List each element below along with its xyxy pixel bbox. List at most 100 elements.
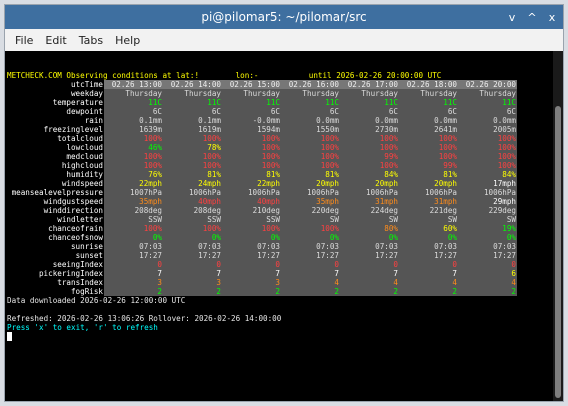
forecast-cell: 100% (222, 134, 281, 143)
forecast-cell: -0.0mm (222, 116, 281, 125)
forecast-row-medcloud: medcloud 100% 100% 100% 100% 99% 100% 100% (7, 152, 517, 161)
forecast-cell: 07:03 (163, 242, 222, 251)
forecast-cell: 0.0mm (340, 116, 399, 125)
row-label: medcloud (66, 152, 103, 161)
forecast-row-temperature: temperature 11C 11C 11C 11C 11C 11C 11C (7, 98, 517, 107)
minimize-icon[interactable]: v (507, 12, 517, 23)
forecast-cell: 81% (281, 170, 340, 179)
forecast-cell: 0% (163, 233, 222, 242)
forecast-cell: 11C (399, 98, 458, 107)
row-label: rain (84, 116, 103, 125)
time-cell: 02.26 15:00 (222, 80, 281, 89)
cursor (7, 332, 12, 341)
forecast-cell: 20mph (281, 179, 340, 188)
row-label: chanceofsnow (48, 233, 103, 242)
time-cell: 02.26 20:00 (458, 80, 517, 89)
row-label: dewpoint (66, 107, 103, 116)
forecast-cell: 100% (281, 161, 340, 170)
forecast-cell: 29mph (458, 197, 517, 206)
forecast-cell: 11C (458, 98, 517, 107)
row-label: windletter (57, 215, 103, 224)
forecast-row-meansealevelpressure: meansealevelpressure 1007hPa 1006hPa 1006hP… (7, 188, 517, 197)
forecast-cell: 1006hPa (399, 188, 458, 197)
forecast-row-fogrisk: fogRisk 2 2 2 2 2 2 2 (7, 287, 517, 296)
forecast-cell: 2 (399, 287, 458, 296)
row-label: meansealevelpressure (11, 188, 103, 197)
forecast-cell: 100% (222, 224, 281, 233)
forecast-cell: SSW (163, 215, 222, 224)
menu-tabs[interactable]: Tabs (73, 34, 109, 47)
forecast-row-weekday: weekday Thursday Thursday Thursday Thursday T… (7, 89, 517, 98)
forecast-cell: 100% (281, 134, 340, 143)
forecast-cell: 0.0mm (281, 116, 340, 125)
forecast-cell: 100% (222, 152, 281, 161)
forecast-cell: 22mph (222, 179, 281, 188)
forecast-cell: Thursday (163, 89, 222, 98)
forecast-cell: 4 (281, 278, 340, 287)
window-controls: v ^ x (507, 5, 557, 29)
terminal-area[interactable]: METCHECK.COM Observing conditions at lat… (5, 51, 563, 401)
header-lat: ! (194, 71, 200, 80)
forecast-cell: 17:27 (340, 251, 399, 260)
forecast-cell: Thursday (399, 89, 458, 98)
title-bar[interactable]: pi@pilomar5: ~/pilomar/src v ^ x (5, 5, 563, 29)
forecast-cell: 0 (399, 260, 458, 269)
forecast-cell: 6C (399, 107, 458, 116)
forecast-cell: 19% (458, 224, 517, 233)
forecast-cell: 2730m (340, 125, 399, 134)
forecast-cell: 208deg (104, 206, 163, 215)
forecast-cell: SW (399, 215, 458, 224)
forecast-cell: 80% (340, 224, 399, 233)
forecast-row-lowcloud: lowcloud 46% 78% 100% 100% 100% 100% 100% (7, 143, 517, 152)
forecast-cell: 11C (104, 98, 163, 107)
scrollbar-thumb[interactable] (555, 106, 561, 398)
forecast-cell: 07:03 (104, 242, 163, 251)
forecast-cell: 1639m (104, 125, 163, 134)
refreshed-line: Refreshed: 2026-02-26 13:06:26 Rollover:… (7, 314, 282, 323)
forecast-cell: 208deg (163, 206, 222, 215)
forecast-cell: 2 (104, 287, 163, 296)
forecast-cell: 100% (399, 152, 458, 161)
forecast-cell: 229deg (458, 206, 517, 215)
forecast-cell: 0 (222, 260, 281, 269)
forecast-cell: 20mph (399, 179, 458, 188)
maximize-icon[interactable]: ^ (527, 12, 537, 23)
forecast-row-seeingindex: seeingIndex 0 0 0 0 0 0 0 (7, 260, 517, 269)
forecast-cell: 210deg (222, 206, 281, 215)
forecast-row-pickeringindex: pickeringIndex 7 7 7 7 7 7 6 (7, 269, 517, 278)
row-label: seeingIndex (52, 260, 103, 269)
forecast-cell: 0.1mm (104, 116, 163, 125)
menu-help[interactable]: Help (109, 34, 146, 47)
forecast-cell: 81% (399, 170, 458, 179)
menu-file[interactable]: File (9, 34, 39, 47)
forecast-cell: 6C (458, 107, 517, 116)
header-line: METCHECK.COM Observing conditions at lat… (7, 71, 551, 80)
forecast-row-highcloud: highcloud 100% 100% 100% 100% 100% 99% 100% (7, 161, 517, 170)
forecast-cell: 1550m (281, 125, 340, 134)
forecast-cell: 100% (399, 143, 458, 152)
forecast-row-totalcloud: totalcloud 100% 100% 100% 100% 100% 100% 100% (7, 134, 517, 143)
header-until: until 2026-02-26 20:00:00 UTC (308, 71, 442, 80)
forecast-row-rain: rain 0.1mm 0.1mm -0.0mm 0.0mm 0.0mm 0.0mm 0.0mm (7, 116, 517, 125)
row-label: lowcloud (66, 143, 103, 152)
forecast-cell: 31mph (340, 197, 399, 206)
forecast-cell: 7 (163, 269, 222, 278)
forecast-cell: 3 (163, 278, 222, 287)
forecast-cell: 81% (222, 170, 281, 179)
menu-edit[interactable]: Edit (39, 34, 72, 47)
close-icon[interactable]: x (547, 12, 557, 23)
forecast-cell: 84% (458, 170, 517, 179)
forecast-cell: Thursday (104, 89, 163, 98)
forecast-cell: 78% (163, 143, 222, 152)
forecast-cell: 17:27 (222, 251, 281, 260)
forecast-cell: 1006hPa (458, 188, 517, 197)
forecast-cell: 35mph (281, 197, 340, 206)
forecast-cell: 17:27 (163, 251, 222, 260)
row-label: transIndex (57, 278, 103, 287)
forecast-cell: 3 (222, 278, 281, 287)
forecast-cell: 1619m (163, 125, 222, 134)
forecast-cell: 11C (163, 98, 222, 107)
vertical-scrollbar[interactable] (553, 51, 563, 401)
forecast-cell: 1006hPa (163, 188, 222, 197)
forecast-cell: 1594m (222, 125, 281, 134)
